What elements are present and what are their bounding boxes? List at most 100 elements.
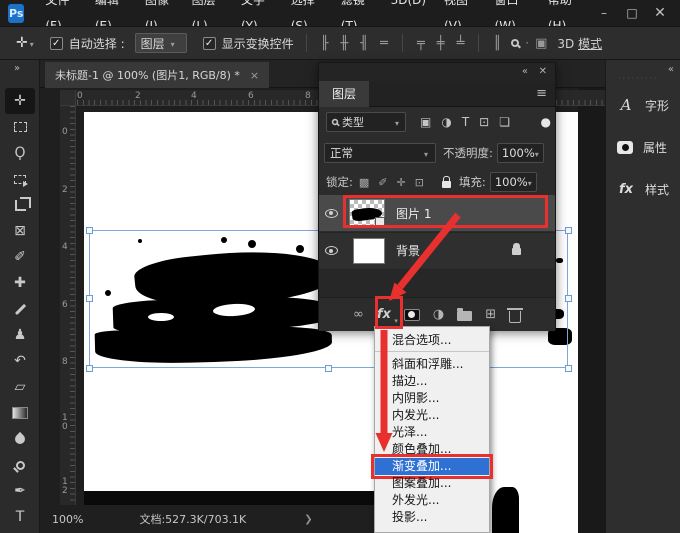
workspace-icon[interactable]: ▣ — [529, 36, 553, 51]
tool-move[interactable]: ✛ — [5, 88, 35, 114]
status-chevron-icon[interactable]: ❯ — [304, 514, 312, 525]
lock-paint-icon[interactable]: ✐ — [378, 176, 387, 189]
align-button[interactable]: ╟ — [315, 36, 335, 51]
document-tab[interactable]: 未标题-1 @ 100% (图片1, RGB/8) * × — [45, 62, 270, 88]
blend-mode-dropdown[interactable]: 正常 ▾ — [324, 143, 436, 163]
close-button[interactable]: ✕ — [646, 5, 674, 21]
tab-layers[interactable]: 图层 — [319, 81, 370, 107]
ruler-ticks — [70, 106, 75, 506]
layer-style-menu-item[interactable]: 渐变叠加... — [371, 454, 493, 479]
search-icon[interactable] — [511, 39, 520, 47]
dock-collapse-icon[interactable]: « — [668, 64, 674, 75]
tool-quick-select[interactable] — [5, 166, 35, 192]
align-button[interactable]: ╫ — [334, 36, 354, 51]
layer-thumbnail[interactable] — [353, 237, 385, 264]
distribute-spacing-button[interactable]: ║ — [487, 36, 507, 51]
layer-style-menu-item[interactable]: 颜色叠加... — [375, 441, 489, 458]
layer-row-background[interactable]: 背景 — [319, 232, 555, 268]
panel-button-styles[interactable]: fx 样式 — [606, 168, 680, 210]
layers-panel-tab-bar: 图层 ≡ — [319, 81, 555, 107]
tool-pen[interactable]: ✒ — [5, 478, 35, 504]
lock-all-icon[interactable] — [441, 175, 451, 188]
filter-smart-object-icon[interactable]: ❏ — [499, 115, 510, 129]
distribute-button[interactable]: ╪ — [431, 36, 451, 51]
auto-select-target-dropdown[interactable]: 图层 ▾ — [134, 33, 187, 53]
tool-history-brush[interactable]: ↶ — [5, 348, 35, 374]
lock-position-icon[interactable]: ✛ — [397, 176, 406, 189]
layer-style-menu-item[interactable]: 斜面和浮雕... — [375, 356, 489, 373]
tool-marquee[interactable] — [5, 114, 35, 140]
tool-brush[interactable] — [5, 296, 35, 322]
tab-close-icon[interactable]: × — [250, 69, 259, 82]
tool-lasso[interactable]: Ϙ — [5, 140, 35, 166]
tool-preset-chevron-icon[interactable]: ▾ — [30, 40, 34, 49]
tool-crop[interactable] — [5, 192, 35, 218]
transform-handle[interactable] — [86, 365, 93, 372]
tool-eraser[interactable]: ▱ — [5, 374, 35, 400]
transform-handle[interactable] — [565, 295, 572, 302]
dock-drag-handle[interactable]: ········· — [618, 74, 659, 83]
filter-shape-icon[interactable]: ⊡ — [479, 115, 489, 129]
filter-type-icon[interactable]: T — [462, 115, 469, 129]
tool-dodge[interactable] — [5, 452, 35, 478]
layer-style-menu-item[interactable]: 投影... — [375, 509, 489, 526]
current-tool-icon[interactable]: ✛ — [16, 35, 28, 51]
new-layer-icon[interactable]: ⊞ — [485, 307, 496, 322]
show-transform-checkbox[interactable]: ✓ — [202, 36, 216, 50]
transform-handle[interactable] — [565, 365, 572, 372]
layer-style-menu-item[interactable]: 描边... — [375, 373, 489, 390]
filter-pixel-icon[interactable]: ▣ — [420, 115, 431, 129]
layer-name[interactable]: 图片 1 — [396, 205, 431, 222]
tool-frame[interactable]: ⊠ — [5, 218, 35, 244]
tool-healing[interactable]: ✚ — [5, 270, 35, 296]
fill-dropdown[interactable]: 100% ▾ — [489, 172, 537, 192]
tool-stamp[interactable]: ♟ — [5, 322, 35, 348]
visibility-toggle[interactable] — [319, 208, 343, 218]
new-group-icon[interactable] — [457, 308, 473, 321]
minimize-button[interactable]: – — [590, 6, 618, 20]
layer-thumbnail[interactable] — [349, 199, 385, 227]
toolstrip-collapse-icon[interactable]: » — [14, 63, 20, 74]
link-layers-icon[interactable]: ∞ — [353, 307, 364, 322]
transform-handle[interactable] — [565, 227, 572, 234]
distribute-button[interactable]: ╧ — [451, 36, 471, 51]
tool-type[interactable]: T — [5, 504, 35, 530]
layer-row-selected[interactable]: 图片 1 — [319, 195, 555, 231]
transform-handle[interactable] — [325, 365, 332, 372]
distribute-button[interactable]: ╤ — [411, 36, 431, 51]
layer-filter-type-dropdown[interactable]: 类型 ▾ — [326, 112, 406, 132]
auto-select-checkbox[interactable]: ✓ — [49, 36, 63, 50]
filter-adjustment-icon[interactable]: ◑ — [441, 115, 451, 129]
visibility-toggle[interactable] — [319, 246, 343, 255]
tool-eyedropper[interactable]: ✐ — [5, 244, 35, 270]
transform-handle[interactable] — [86, 295, 93, 302]
transform-handle[interactable] — [86, 227, 93, 234]
tool-gradient[interactable] — [5, 400, 35, 426]
delete-layer-icon[interactable] — [507, 307, 524, 323]
layer-style-menu-item[interactable]: 混合选项... — [375, 332, 489, 352]
align-button[interactable]: ╢ — [354, 36, 374, 51]
panel-menu-icon[interactable]: ≡ — [536, 86, 547, 101]
align-button[interactable]: ═ — [374, 36, 394, 51]
lock-transparent-icon[interactable]: ▩ — [359, 176, 369, 189]
tool-blur[interactable] — [5, 426, 35, 452]
layer-name[interactable]: 背景 — [396, 242, 420, 259]
layer-style-menu-item[interactable]: 外发光... — [375, 492, 489, 509]
filter-toggle-icon[interactable]: ● — [541, 115, 551, 129]
3d-mode-label[interactable]: 3D 模式 — [557, 35, 602, 52]
panel-close-icon[interactable]: ✕ — [539, 66, 547, 77]
panel-button-glyphs[interactable]: A 字形 — [606, 84, 680, 126]
maximize-button[interactable]: □ — [618, 6, 646, 20]
layer-style-menu-item[interactable]: 图案叠加... — [375, 475, 489, 492]
panel-collapse-icon[interactable]: « — [522, 66, 528, 77]
opacity-dropdown[interactable]: 100% ▾ — [496, 143, 544, 163]
panel-button-properties[interactable]: 属性 — [606, 126, 680, 168]
layer-style-menu-item[interactable]: 内阴影... — [375, 390, 489, 407]
new-adjustment-icon[interactable]: ◑ — [433, 307, 444, 322]
lock-artboard-icon[interactable]: ⊡ — [415, 176, 424, 189]
add-mask-icon[interactable] — [403, 308, 420, 321]
layer-style-menu-item[interactable]: 光泽... — [375, 424, 489, 441]
add-layer-style-icon[interactable]: fx — [377, 307, 398, 325]
zoom-level[interactable]: 100% — [52, 513, 83, 526]
layer-style-menu-item[interactable]: 内发光... — [375, 407, 489, 424]
